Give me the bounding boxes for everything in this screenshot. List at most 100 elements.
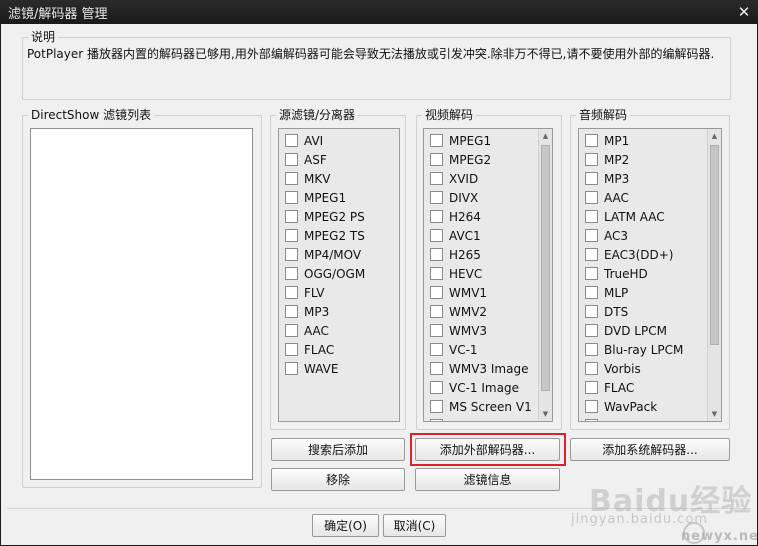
cancel-button[interactable]: 取消(C) (383, 514, 446, 537)
checkbox[interactable] (430, 134, 443, 147)
checkbox[interactable] (585, 134, 598, 147)
video-decoder-checklist[interactable]: MPEG1 MPEG2 XVID DIVX H264 AVC1 H265 HEVC WMV1 WM… (423, 128, 553, 422)
checkbox[interactable] (430, 248, 443, 261)
checkbox[interactable] (585, 381, 598, 394)
checkbox[interactable] (285, 286, 298, 299)
audio-decoder-item[interactable]: Blu-ray LPCM (579, 340, 707, 359)
checkbox[interactable] (430, 381, 443, 394)
source-filter-item[interactable]: AAC (279, 321, 399, 340)
checkbox[interactable] (585, 267, 598, 280)
checkbox[interactable] (430, 419, 443, 421)
checkbox[interactable] (430, 153, 443, 166)
source-filter-item[interactable]: AVI (279, 131, 399, 150)
checkbox[interactable] (285, 229, 298, 242)
checkbox[interactable] (285, 324, 298, 337)
video-decoder-item[interactable]: DIVX (424, 188, 538, 207)
audio-decoder-item[interactable]: DTS (579, 302, 707, 321)
scroll-down-icon[interactable]: ▼ (708, 407, 721, 421)
source-filter-item[interactable]: MPEG1 (279, 188, 399, 207)
video-decoder-item[interactable]: WMV3 (424, 321, 538, 340)
checkbox[interactable] (285, 362, 298, 375)
video-scroll-thumb[interactable] (541, 145, 550, 391)
add-external-decoder-button[interactable]: 添加外部解码器... (415, 438, 560, 461)
checkbox[interactable] (430, 324, 443, 337)
video-decoder-item[interactable]: HEVC (424, 264, 538, 283)
checkbox[interactable] (430, 286, 443, 299)
checkbox[interactable] (285, 134, 298, 147)
audio-list-scrollbar[interactable]: ▲ ▼ (707, 129, 721, 421)
scroll-down-icon[interactable]: ▼ (539, 407, 552, 421)
video-decoder-item[interactable]: WMV1 (424, 283, 538, 302)
source-filter-item[interactable]: MPEG2 TS (279, 226, 399, 245)
audio-decoder-item[interactable]: MP2 (579, 150, 707, 169)
checkbox[interactable] (430, 210, 443, 223)
ok-button[interactable]: 确定(O) (312, 514, 379, 537)
add-system-decoder-button[interactable]: 添加系统解码器... (570, 438, 730, 461)
checkbox[interactable] (585, 343, 598, 356)
checkbox[interactable] (585, 248, 598, 261)
video-decoder-item[interactable]: MPEG1 (424, 131, 538, 150)
source-filter-item[interactable]: MKV (279, 169, 399, 188)
checkbox[interactable] (285, 248, 298, 261)
source-filter-item[interactable]: MP3 (279, 302, 399, 321)
checkbox[interactable] (430, 362, 443, 375)
checkbox[interactable] (585, 210, 598, 223)
audio-decoder-item[interactable]: MP3 (579, 169, 707, 188)
checkbox[interactable] (585, 153, 598, 166)
directshow-filter-list[interactable] (30, 128, 253, 480)
close-icon[interactable]: ✕ (734, 2, 754, 22)
video-decoder-item[interactable]: MPEG2 (424, 150, 538, 169)
checkbox[interactable] (585, 286, 598, 299)
source-filter-item[interactable]: MP4/MOV (279, 245, 399, 264)
search-add-button[interactable]: 搜索后添加 (271, 438, 405, 461)
video-decoder-item[interactable]: MS Screen V2 (424, 416, 538, 421)
source-filter-item[interactable]: ASF (279, 150, 399, 169)
source-filter-item[interactable]: WAVE (279, 359, 399, 378)
source-filter-checklist[interactable]: AVI ASF MKV MPEG1 MPEG2 PS MPEG2 TS MP4/MOV OGG… (278, 128, 400, 422)
audio-scroll-thumb[interactable] (710, 145, 719, 345)
checkbox[interactable] (430, 400, 443, 413)
audio-decoder-item[interactable]: Vorbis (579, 359, 707, 378)
video-decoder-item[interactable]: WMV3 Image (424, 359, 538, 378)
audio-decoder-item[interactable]: MLP (579, 283, 707, 302)
audio-decoder-checklist[interactable]: MP1 MP2 MP3 AAC LATM AAC AC3 EAC3(DD+) TrueHD ML… (578, 128, 722, 422)
source-filter-item[interactable]: OGG/OGM (279, 264, 399, 283)
video-decoder-item[interactable]: WMV2 (424, 302, 538, 321)
audio-decoder-item[interactable]: OPUS (579, 416, 707, 421)
scroll-up-icon[interactable]: ▲ (708, 129, 721, 143)
checkbox[interactable] (585, 229, 598, 242)
checkbox[interactable] (285, 153, 298, 166)
video-decoder-item[interactable]: VC-1 (424, 340, 538, 359)
audio-decoder-item[interactable]: MP1 (579, 131, 707, 150)
checkbox[interactable] (585, 419, 598, 421)
video-decoder-item[interactable]: H265 (424, 245, 538, 264)
checkbox[interactable] (285, 343, 298, 356)
audio-decoder-item[interactable]: EAC3(DD+) (579, 245, 707, 264)
video-decoder-item[interactable]: MS Screen V1 (424, 397, 538, 416)
checkbox[interactable] (585, 191, 598, 204)
remove-button[interactable]: 移除 (271, 468, 405, 491)
audio-decoder-item[interactable]: LATM AAC (579, 207, 707, 226)
checkbox[interactable] (585, 324, 598, 337)
video-decoder-item[interactable]: XVID (424, 169, 538, 188)
video-decoder-item[interactable]: AVC1 (424, 226, 538, 245)
video-list-scrollbar[interactable]: ▲ ▼ (538, 129, 552, 421)
checkbox[interactable] (585, 400, 598, 413)
checkbox[interactable] (430, 172, 443, 185)
source-filter-item[interactable]: FLAC (279, 340, 399, 359)
checkbox[interactable] (585, 305, 598, 318)
audio-decoder-item[interactable]: WavPack (579, 397, 707, 416)
checkbox[interactable] (430, 267, 443, 280)
scroll-up-icon[interactable]: ▲ (539, 129, 552, 143)
checkbox[interactable] (430, 305, 443, 318)
filter-info-button[interactable]: 滤镜信息 (415, 468, 560, 491)
checkbox[interactable] (285, 267, 298, 280)
video-decoder-item[interactable]: VC-1 Image (424, 378, 538, 397)
audio-decoder-item[interactable]: AC3 (579, 226, 707, 245)
video-decoder-item[interactable]: H264 (424, 207, 538, 226)
checkbox[interactable] (585, 172, 598, 185)
checkbox[interactable] (430, 229, 443, 242)
checkbox[interactable] (430, 191, 443, 204)
audio-decoder-item[interactable]: DVD LPCM (579, 321, 707, 340)
checkbox[interactable] (585, 362, 598, 375)
